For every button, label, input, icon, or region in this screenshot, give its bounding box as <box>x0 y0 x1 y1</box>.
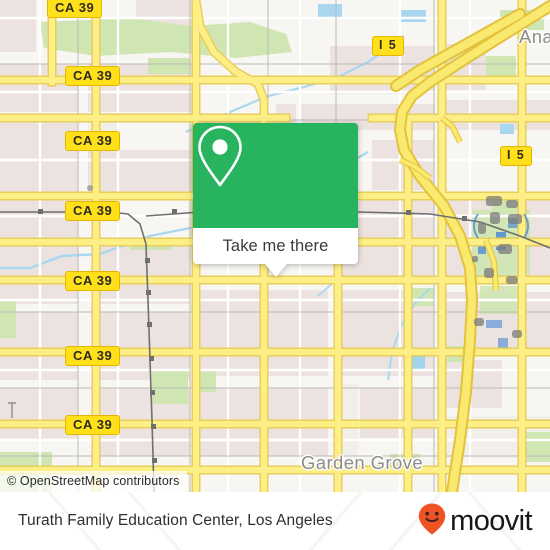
highway-shield-ca39: CA 39 <box>65 346 121 366</box>
moovit-map-share-card: Garden Grove Ana CA 39 CA 39 CA 39 CA 39… <box>0 0 550 550</box>
highway-shield-ca39: CA 39 <box>65 66 121 86</box>
map-label-anaheim: Ana <box>519 26 550 47</box>
moovit-smiley-pin-icon <box>417 502 447 541</box>
take-me-there-label: Take me there <box>222 236 329 255</box>
highway-shield-i5: I 5 <box>500 146 533 166</box>
callout-action-area[interactable]: Take me there <box>193 228 358 264</box>
map-canvas[interactable]: Garden Grove Ana CA 39 CA 39 CA 39 CA 39… <box>0 0 550 492</box>
highway-shield-ca39: CA 39 <box>65 201 121 221</box>
place-title: Turath Family Education Center, Los Ange… <box>18 512 333 529</box>
highway-shield-ca39: CA 39 <box>65 415 121 435</box>
osm-attribution[interactable]: © OpenStreetMap contributors <box>0 471 187 492</box>
map-label-garden-grove: Garden Grove <box>301 452 424 473</box>
take-me-there-callout[interactable]: Take me there <box>193 123 358 277</box>
callout-pointer-tail <box>264 264 287 277</box>
highway-shield-ca39: CA 39 <box>65 131 121 151</box>
callout-icon-area <box>193 123 358 228</box>
footer-bar: Turath Family Education Center, Los Ange… <box>0 492 550 550</box>
moovit-logo[interactable]: moovit <box>417 502 533 541</box>
highway-shield-ca39: CA 39 <box>65 271 121 291</box>
moovit-wordmark: moovit <box>450 504 532 537</box>
highway-shield-ca39: CA 39 <box>47 0 103 18</box>
highway-shield-i5: I 5 <box>372 36 405 56</box>
